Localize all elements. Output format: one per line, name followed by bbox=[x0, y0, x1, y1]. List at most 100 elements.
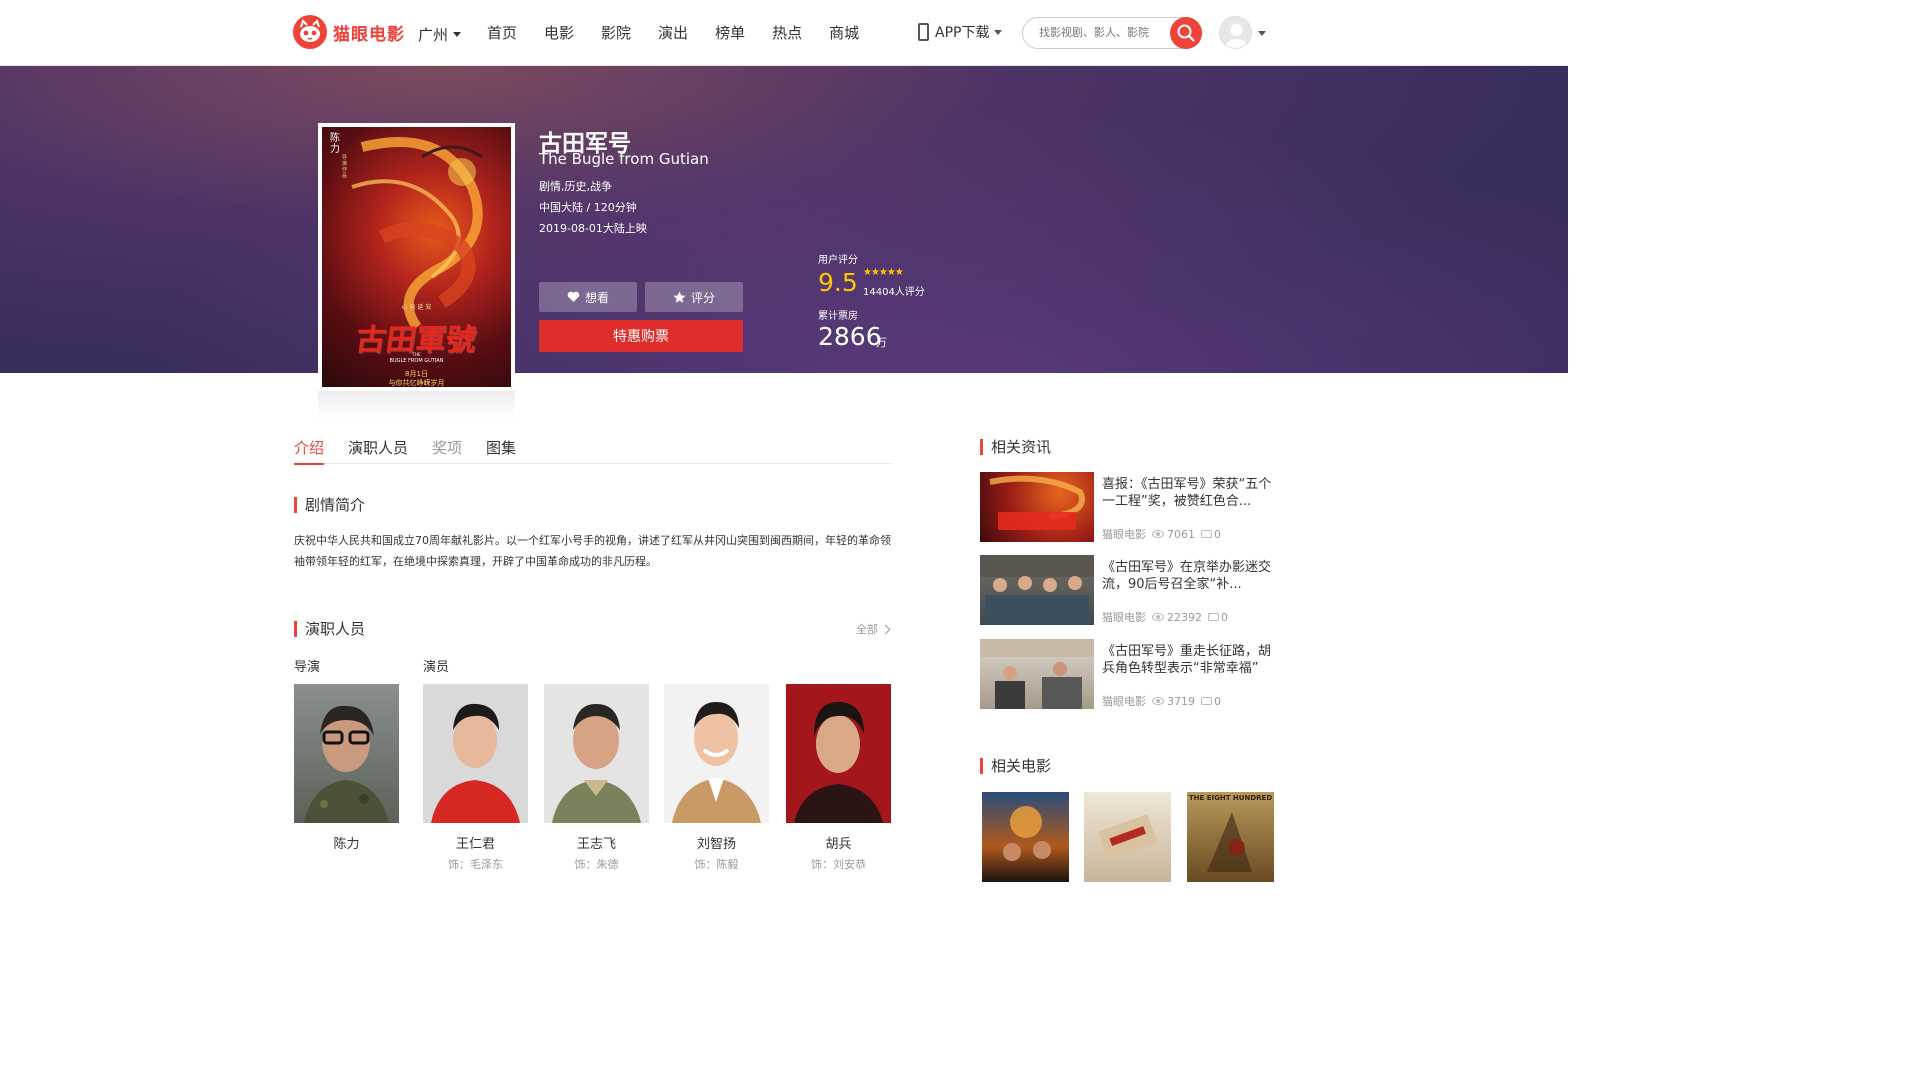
person-card[interactable]: 陈力 bbox=[294, 684, 399, 856]
news-source: 猫眼电影 bbox=[1102, 695, 1146, 708]
heart-icon bbox=[567, 291, 580, 302]
search-button[interactable] bbox=[1170, 17, 1202, 49]
rate-button[interactable]: 评分 bbox=[645, 282, 743, 312]
news-item[interactable]: 《古田军号》在京举办影迷交流，90后号召全家“补... 猫眼电影 22392 0 bbox=[980, 555, 1275, 625]
news-meta: 猫眼电影 3719 0 bbox=[1102, 693, 1221, 709]
person-name: 胡兵 bbox=[825, 837, 852, 852]
user-avatar[interactable] bbox=[1219, 16, 1252, 49]
box-office-label: 累计票房 bbox=[818, 311, 858, 322]
person-card[interactable]: 胡兵 饰：刘安恭 bbox=[786, 684, 891, 872]
all-label: 全部 bbox=[856, 623, 878, 636]
chevron-right-icon bbox=[880, 624, 891, 634]
user-icon bbox=[1225, 24, 1248, 48]
maoyan-logo[interactable]: 猫眼电影 bbox=[293, 15, 405, 49]
nav-shows[interactable]: 演出 bbox=[658, 22, 688, 43]
person-role: 饰：朱德 bbox=[574, 858, 619, 871]
news-views: 22392 bbox=[1167, 610, 1202, 624]
actor-heading: 演员 bbox=[423, 660, 450, 675]
synopsis-text: 庆祝中华人民共和国成立70周年献礼影片。以一个红军小号手的视角，讲述了红军从井冈… bbox=[294, 534, 891, 568]
news-comments: 0 bbox=[1221, 610, 1228, 624]
news-comments: 0 bbox=[1214, 527, 1221, 541]
news-thumbnail bbox=[980, 639, 1094, 709]
person-photo bbox=[664, 684, 769, 823]
person-photo bbox=[786, 684, 891, 823]
nav-hot[interactable]: 热点 bbox=[772, 22, 802, 43]
nav-mall[interactable]: 商城 bbox=[829, 22, 859, 43]
person-card[interactable]: 刘智扬 饰：陈毅 bbox=[664, 684, 769, 872]
poster-director: 陈力 bbox=[330, 133, 340, 155]
person-role: 饰：刘安恭 bbox=[811, 858, 866, 871]
banner-glow bbox=[0, 66, 1568, 373]
search-input[interactable] bbox=[1039, 26, 1165, 39]
city-selector[interactable]: 广州 bbox=[418, 24, 462, 45]
tab-intro[interactable]: 介绍 bbox=[294, 437, 325, 465]
news-item[interactable]: 《古田军号》重走长征路，胡兵角色转型表示“非常幸福” 猫眼电影 3719 0 bbox=[980, 639, 1275, 709]
news-thumbnail bbox=[980, 555, 1094, 625]
chevron-down-icon bbox=[994, 29, 1003, 35]
star-icon bbox=[673, 291, 686, 303]
tab-cast[interactable]: 演职人员 bbox=[348, 437, 408, 464]
news-source: 猫眼电影 bbox=[1102, 528, 1146, 541]
app-download-label: APP下载 bbox=[935, 25, 990, 41]
movie-poster[interactable]: 陈力 导演作品 心 向 延 安 古田軍號 THE BUGLE FROM GUTI… bbox=[318, 123, 515, 391]
nav-rankings[interactable]: 榜单 bbox=[715, 22, 745, 43]
app-download-menu[interactable]: APP下载 bbox=[918, 22, 1003, 42]
poster-tagline: 心 向 延 安 bbox=[401, 304, 432, 311]
news-headline: 《古田军号》在京举办影迷交流，90后号召全家“补... bbox=[1102, 560, 1272, 592]
movie-region-duration: 中国大陆 / 120分钟 bbox=[539, 201, 637, 214]
related-movie-poster[interactable]: THE EIGHT HUNDRED bbox=[1187, 792, 1274, 882]
chevron-down-icon[interactable] bbox=[1258, 31, 1266, 36]
person-card[interactable]: 王志飞 饰：朱德 bbox=[544, 684, 649, 872]
nav-cinemas[interactable]: 影院 bbox=[601, 22, 631, 43]
related-poster-text: THE EIGHT HUNDRED bbox=[1188, 794, 1273, 802]
news-views: 7061 bbox=[1167, 527, 1195, 541]
news-meta: 猫眼电影 22392 0 bbox=[1102, 609, 1228, 625]
nav-home[interactable]: 首页 bbox=[487, 22, 517, 43]
news-headline: 《古田军号》重走长征路，胡兵角色转型表示“非常幸福” bbox=[1102, 644, 1272, 676]
search-box bbox=[1022, 17, 1202, 49]
related-movies-title: 相关电影 bbox=[980, 758, 1051, 774]
movie-release-date: 2019-08-01大陆上映 bbox=[539, 222, 647, 235]
tab-awards[interactable]: 奖项 bbox=[432, 437, 462, 464]
poster-director-sub: 导演作品 bbox=[342, 155, 348, 179]
person-photo bbox=[294, 684, 399, 823]
person-name: 王志飞 bbox=[576, 837, 616, 852]
poster-en-line1: THE bbox=[412, 352, 421, 357]
person-role: 饰：陈毅 bbox=[694, 858, 739, 871]
user-score: 9.5 bbox=[818, 268, 858, 297]
person-name: 陈力 bbox=[333, 837, 360, 852]
movie-banner bbox=[0, 66, 1568, 373]
director-heading: 导演 bbox=[294, 660, 321, 675]
news-thumbnail bbox=[980, 472, 1094, 542]
poster-art: 陈力 导演作品 心 向 延 安 古田軍號 THE BUGLE FROM GUTI… bbox=[322, 127, 511, 387]
related-movie-poster[interactable] bbox=[982, 792, 1069, 882]
news-title: 相关资讯 bbox=[980, 439, 1051, 455]
nav-movies[interactable]: 电影 bbox=[544, 22, 574, 43]
cat-logo-icon bbox=[293, 15, 327, 49]
comment-icon bbox=[1208, 613, 1219, 621]
buy-ticket-button[interactable]: 特惠购票 bbox=[539, 320, 743, 352]
logo-text: 猫眼电影 bbox=[333, 24, 405, 45]
cast-all-link[interactable]: 全部 bbox=[856, 621, 891, 637]
poster-slogan: 与你共忆峥嵘岁月 bbox=[388, 379, 445, 387]
person-role: 饰：毛泽东 bbox=[448, 858, 503, 871]
main-nav: 首页 电影 影院 演出 榜单 热点 商城 bbox=[487, 22, 886, 43]
person-card[interactable]: 王仁君 饰：毛泽东 bbox=[423, 684, 528, 872]
movie-genres: 剧情,历史,战争 bbox=[539, 180, 612, 193]
chevron-down-icon bbox=[453, 32, 462, 37]
news-headline: 喜报：《古田军号》荣获“五个一工程”奖，被赞红色合... bbox=[1102, 477, 1272, 509]
detail-tabs: 介绍 演职人员 奖项 图集 bbox=[294, 437, 891, 465]
related-movie-poster[interactable] bbox=[1084, 792, 1171, 882]
poster-en-line2: BUGLE FROM GUTIAN bbox=[389, 358, 444, 364]
news-comments: 0 bbox=[1214, 694, 1221, 708]
person-name: 王仁君 bbox=[455, 837, 495, 852]
rating-stars: ★★★★★ bbox=[863, 267, 904, 278]
want-label: 想看 bbox=[584, 290, 609, 305]
news-views: 3719 bbox=[1167, 694, 1195, 708]
movie-english-title: The Bugle from Gutian bbox=[539, 150, 709, 168]
person-photo bbox=[423, 684, 528, 823]
tab-gallery[interactable]: 图集 bbox=[486, 437, 516, 464]
person-photo bbox=[544, 684, 649, 823]
news-item[interactable]: 喜报：《古田军号》荣获“五个一工程”奖，被赞红色合... 猫眼电影 7061 0 bbox=[980, 472, 1275, 542]
want-to-see-button[interactable]: 想看 bbox=[539, 282, 637, 312]
